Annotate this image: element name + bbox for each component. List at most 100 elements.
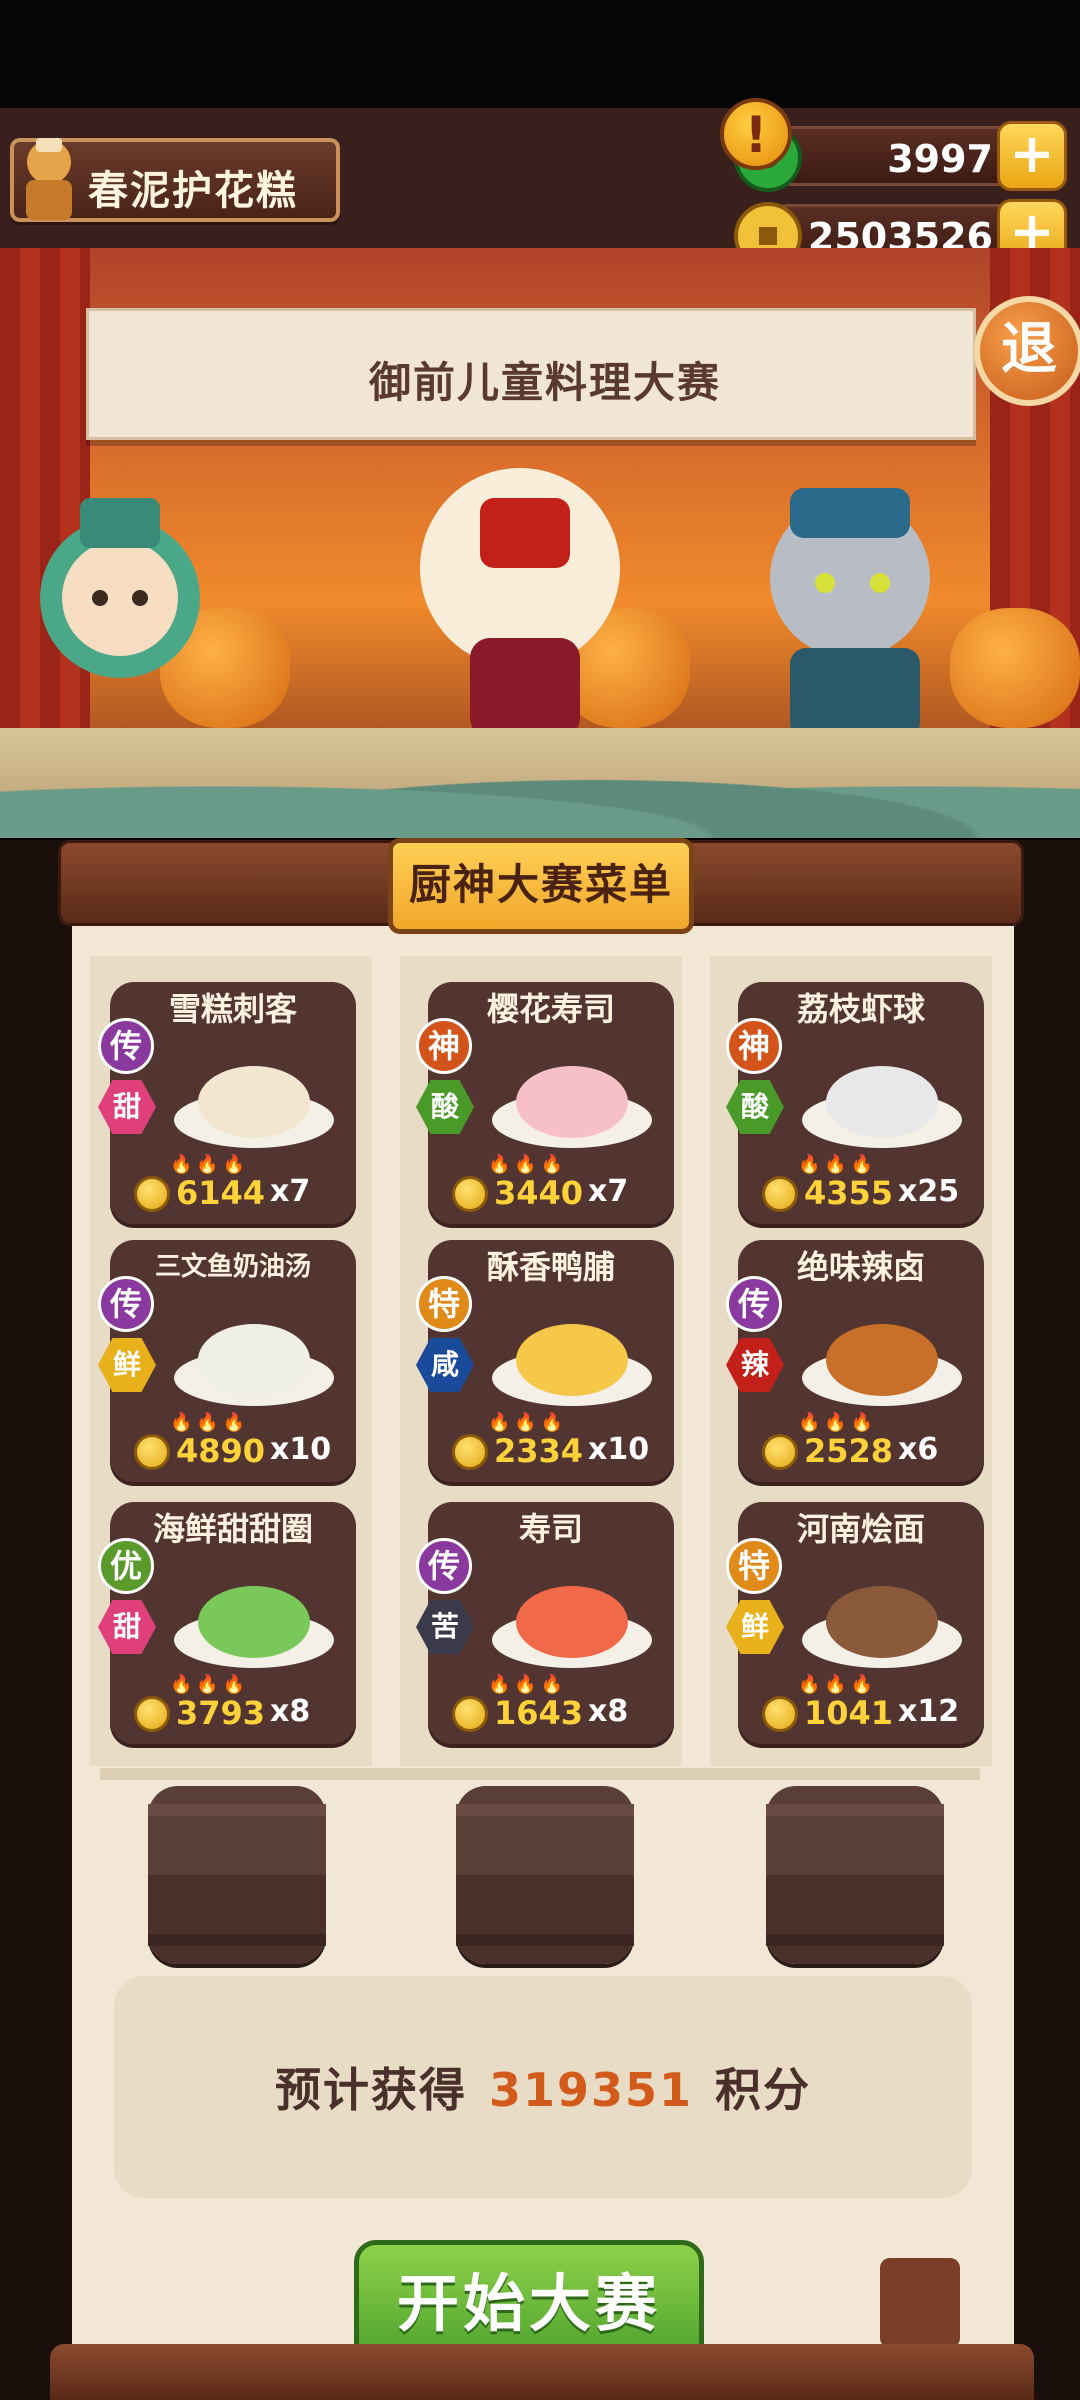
bottom-bar [50,2344,1034,2400]
utensil-holder-icon [880,2258,960,2348]
coin-icon [762,1176,798,1212]
flame-icon: 🔥🔥🔥 [488,1412,568,1433]
dish-name: 三文鱼奶油汤 [154,1252,311,1282]
chef-avatar-icon [26,138,72,220]
rank-badge: 神 [416,1018,472,1074]
dish-footer: 🔥🔥🔥 6144 x7 [110,1154,356,1218]
dish-quantity: x10 [588,1432,650,1467]
dish-footer: 🔥🔥🔥 2334 x10 [428,1412,674,1476]
dish-footer: 🔥🔥🔥 1643 x8 [428,1674,674,1738]
flame-icon: 🔥🔥🔥 [798,1674,878,1695]
dish-name: 寿司 [518,1510,583,1548]
flame-icon: 🔥🔥🔥 [170,1154,250,1175]
flame-icon: 🔥🔥🔥 [170,1674,250,1695]
contest-title: 御前儿童料理大赛 [369,358,722,407]
rank-badge: 传 [98,1018,154,1074]
dish-price: 3440 [494,1174,584,1212]
flame-icon: 🔥🔥🔥 [798,1412,878,1433]
dish-card[interactable]: 寿司传苦 🔥🔥🔥 1643 x8 [416,1502,674,1744]
dish-price: 3793 [176,1694,266,1732]
coin-icon [762,1434,798,1470]
flame-icon: 🔥🔥🔥 [170,1412,250,1433]
exit-button[interactable]: 退 [974,296,1080,406]
empty-dish-slot[interactable] [148,1786,326,1964]
rank-badge: 传 [98,1276,154,1332]
coin-icon [452,1696,488,1732]
dish-price: 6144 [176,1174,266,1212]
dish-footer: 🔥🔥🔥 4355 x25 [738,1154,984,1218]
dish-card[interactable]: 河南烩面特鲜 🔥🔥🔥 1041 x12 [726,1502,984,1744]
judge-character-right [770,488,930,738]
dish-image-icon [492,1586,652,1668]
jade-counter: 3997 + [734,121,1067,192]
dish-footer: 🔥🔥🔥 3440 x7 [428,1154,674,1218]
dish-quantity: x10 [270,1432,332,1467]
dish-name: 酥香鸭脯 [486,1248,615,1286]
dish-footer: 🔥🔥🔥 1041 x12 [738,1674,984,1738]
dish-quantity: x25 [898,1174,960,1209]
dish-price: 4890 [176,1432,266,1470]
judge-character-left [40,498,200,678]
dish-footer: 🔥🔥🔥 3793 x8 [110,1674,356,1738]
dish-price: 2334 [494,1432,584,1470]
dish-card[interactable]: 荔枝虾球神酸 🔥🔥🔥 4355 x25 [726,982,984,1224]
dish-card[interactable]: 酥香鸭脯特咸 🔥🔥🔥 2334 x10 [416,1240,674,1482]
dish-name: 海鲜甜甜圈 [152,1510,313,1548]
dish-quantity: x8 [588,1694,629,1729]
dish-name: 雪糕刺客 [168,990,297,1028]
dish-price: 4355 [804,1174,894,1212]
coin-icon [134,1434,170,1470]
dish-image-icon [174,1586,334,1668]
jade-amount: 3997 [887,137,993,181]
dish-card[interactable]: 雪糕刺客传甜 🔥🔥🔥 6144 x7 [98,982,356,1224]
coin-icon [452,1176,488,1212]
dish-image-icon [492,1324,652,1406]
dish-image-icon [174,1324,334,1406]
rank-badge: 特 [726,1538,782,1594]
dish-name: 河南烩面 [796,1510,925,1548]
rank-badge: 特 [416,1276,472,1332]
dish-card[interactable]: 三文鱼奶油汤传鲜 🔥🔥🔥 4890 x10 [98,1240,356,1482]
empty-dish-slot[interactable] [766,1786,944,1964]
add-jade-button[interactable]: + [997,121,1067,191]
estimate-prefix: 预计获得 [274,2063,467,2117]
divider [100,1768,980,1780]
dish-name: 樱花寿司 [486,990,615,1028]
flame-icon: 🔥🔥🔥 [488,1674,568,1695]
coin-icon [452,1434,488,1470]
player-name-panel[interactable]: 春泥护花糕 [10,138,340,222]
dish-image-icon [802,1324,962,1406]
dish-card[interactable]: 海鲜甜甜圈优甜 🔥🔥🔥 3793 x8 [98,1502,356,1744]
dish-quantity: x6 [898,1432,939,1467]
dish-footer: 🔥🔥🔥 2528 x6 [738,1412,984,1476]
dish-footer: 🔥🔥🔥 4890 x10 [110,1412,356,1476]
estimate-text: 预计获得 319351 积分 [114,2054,972,2120]
dish-image-icon [802,1586,962,1668]
dish-image-icon [174,1066,334,1148]
coin-icon [762,1696,798,1732]
rank-badge: 优 [98,1538,154,1594]
rank-badge: 传 [726,1276,782,1332]
coin-icon [134,1176,170,1212]
stage-mountains [0,748,1080,838]
flame-icon: 🔥🔥🔥 [798,1154,878,1175]
stage-scene: 御前儿童料理大赛 [0,248,1080,838]
right-margin [1014,840,1080,2400]
empty-dish-slot[interactable] [456,1786,634,1964]
flame-icon: 🔥🔥🔥 [488,1154,568,1175]
dish-price: 1041 [804,1694,894,1732]
dish-name: 绝味辣卤 [796,1248,925,1286]
player-name: 春泥护花糕 [88,168,298,214]
dish-quantity: x7 [588,1174,629,1209]
dish-quantity: x12 [898,1694,960,1729]
menu-title: 厨神大赛菜单 [388,838,694,934]
estimate-panel: 预计获得 319351 积分 [114,1976,972,2198]
coin-icon [134,1696,170,1732]
judge-character-center [420,468,620,738]
dish-card[interactable]: 樱花寿司神酸 🔥🔥🔥 3440 x7 [416,982,674,1224]
alert-icon[interactable]: ! [720,98,792,170]
dish-card[interactable]: 绝味辣卤传辣 🔥🔥🔥 2528 x6 [726,1240,984,1482]
dish-image-icon [492,1066,652,1148]
dish-name: 荔枝虾球 [796,990,925,1028]
dish-image-icon [802,1066,962,1148]
